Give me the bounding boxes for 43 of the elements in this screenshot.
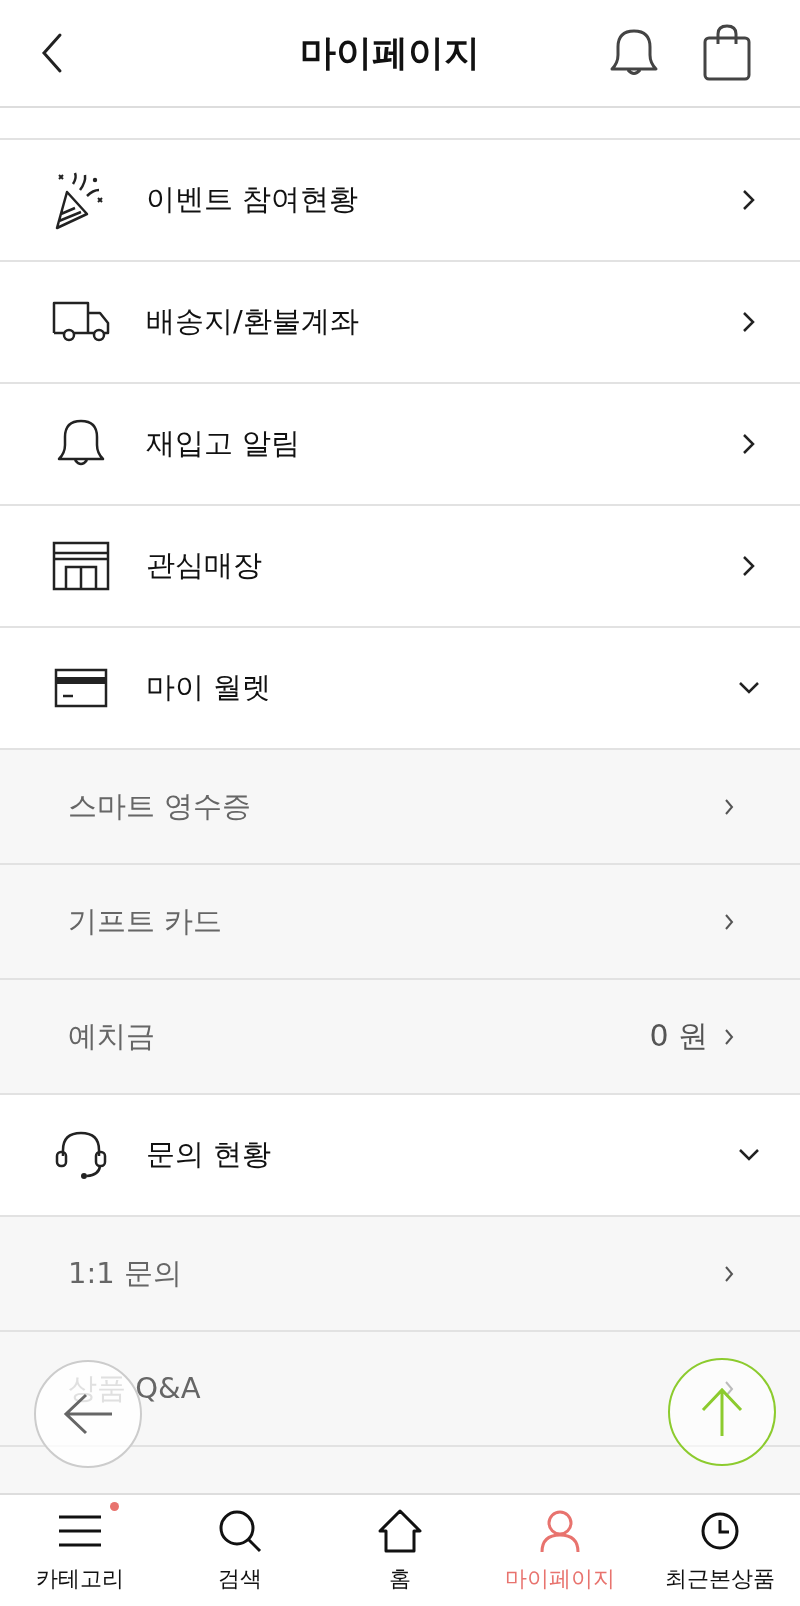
home-icon xyxy=(378,1508,422,1553)
chevron-right-icon xyxy=(724,1027,734,1046)
submenu-item[interactable]: 스마트 영수증 xyxy=(0,750,800,865)
shopping-bag-icon[interactable] xyxy=(702,24,752,82)
balance-value: 0 원 xyxy=(649,1017,708,1055)
submenu-label: 1:1 문의 xyxy=(68,1254,182,1292)
menu-label: 재입고 알림 xyxy=(146,425,301,462)
up-arrow-icon xyxy=(700,1386,744,1438)
submenu-label: 예치금 xyxy=(68,1017,155,1055)
menu-item[interactable]: 재입고 알림 xyxy=(0,384,800,506)
menu-item[interactable]: 배송지/환불계좌 xyxy=(0,262,800,384)
chevron-right-icon xyxy=(742,189,756,211)
nav-tab[interactable]: 최근본상품 xyxy=(640,1495,800,1606)
store-icon xyxy=(52,541,110,591)
submenu-item[interactable]: 1:1 문의 xyxy=(0,1217,800,1332)
chevron-right-icon xyxy=(724,797,734,816)
chevron-right-icon xyxy=(742,555,756,577)
page-title: 마이페이지 xyxy=(300,30,480,75)
submenu-label: 기프트 카드 xyxy=(68,902,223,940)
nav-tab[interactable]: 홈 xyxy=(320,1495,480,1606)
chevron-right-icon xyxy=(724,912,734,931)
credit-card-icon xyxy=(52,668,110,708)
menu-item[interactable]: 관심매장 xyxy=(0,506,800,628)
chevron-right-icon xyxy=(742,311,756,333)
menu-item[interactable]: 이벤트 참여현황 xyxy=(0,140,800,262)
person-icon xyxy=(538,1508,582,1553)
chevron-right-icon xyxy=(742,433,756,455)
menu-label: 마이 월렛 xyxy=(146,669,272,706)
menu-label: 배송지/환불계좌 xyxy=(146,303,359,340)
nav-tab[interactable]: 카테고리 xyxy=(0,1495,160,1606)
clock-icon xyxy=(700,1510,740,1551)
submenu-item[interactable]: 기프트 카드 xyxy=(0,865,800,980)
chevron-right-icon xyxy=(724,1379,734,1398)
submenu-label: 스마트 영수증 xyxy=(68,787,252,825)
chevron-right-icon xyxy=(724,1264,734,1283)
menu-label: 관심매장 xyxy=(146,547,262,584)
menu-label: 문의 현황 xyxy=(146,1136,272,1173)
search-icon xyxy=(218,1508,262,1553)
menu-label: 이벤트 참여현황 xyxy=(146,181,359,218)
submenu-item[interactable]: 예치금 0 원 xyxy=(0,980,800,1095)
truck-icon xyxy=(52,300,110,344)
nav-tab[interactable]: 검색 xyxy=(160,1495,320,1606)
back-icon[interactable] xyxy=(40,32,64,74)
